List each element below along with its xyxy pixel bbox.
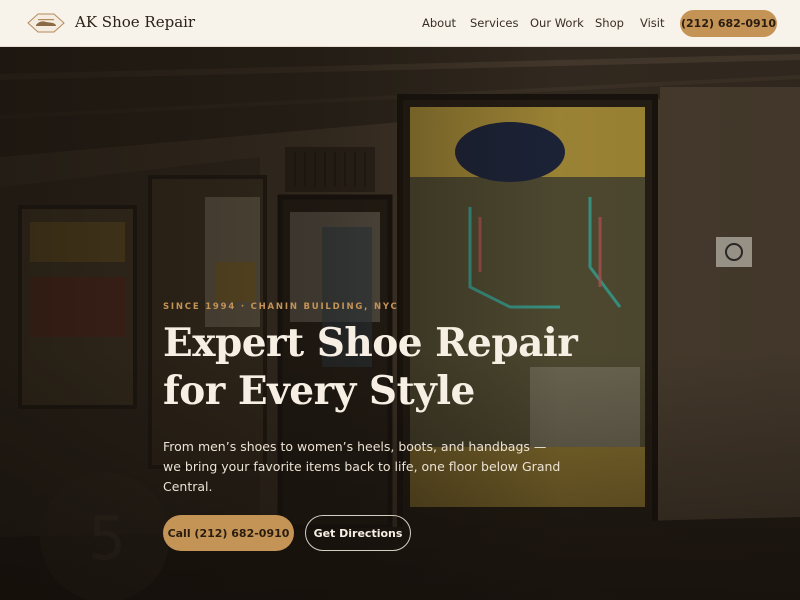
call-button[interactable]: Call (212) 682-0910 [163,515,294,551]
hero-subtext: From men’s shoes to women’s heels, boots… [163,439,561,494]
hero-eyebrow: SINCE 1994 · CHANIN BUILDING, NYC [163,302,399,312]
shoe-logo-icon[interactable] [26,12,66,34]
nav-item-services[interactable]: Services [470,16,519,30]
brand-name[interactable]: AK Shoe Repair [75,13,195,31]
nav-item-visit[interactable]: Visit [640,16,665,30]
hero-section: 5 SINCE 1994 · CHANIN BUILDING, NYC Expe… [0,47,800,600]
get-directions-button[interactable]: Get Directions [305,515,411,551]
nav-item-shop[interactable]: Shop [595,16,624,30]
site-header: AK Shoe Repair About Services Our Work S… [0,0,800,47]
nav-item-our-work[interactable]: Our Work [530,16,584,30]
hero-headline: Expert Shoe Repair for Every Style [163,320,578,414]
header-phone-button[interactable]: (212) 682-0910 [680,10,777,37]
nav-item-about[interactable]: About [422,16,456,30]
